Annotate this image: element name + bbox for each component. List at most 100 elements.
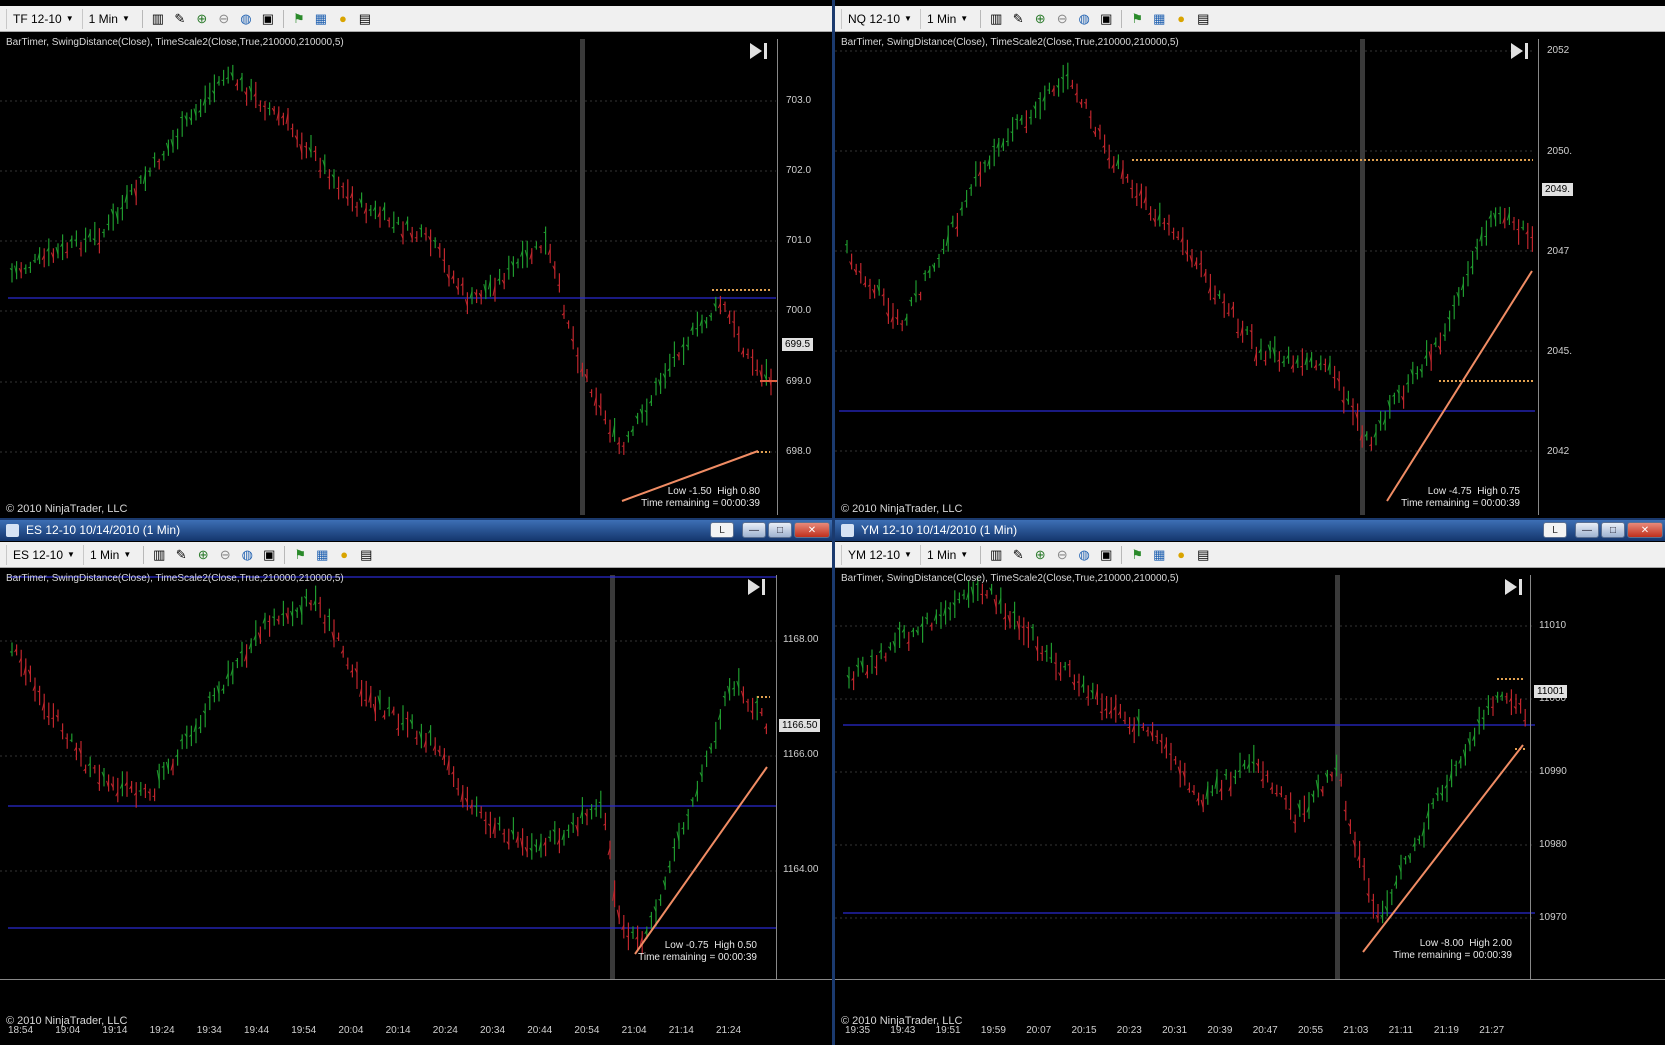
chart-style-icon[interactable]: ▥ <box>151 547 167 563</box>
price-axis <box>1538 39 1539 515</box>
chart-panel[interactable]: BarTimer, SwingDistance(Close), TimeScal… <box>0 33 832 518</box>
price-bar-open <box>396 222 399 224</box>
maximize-button[interactable]: □ <box>768 522 792 538</box>
price-bar-open <box>732 321 735 323</box>
draw-pencil-icon[interactable]: ✎ <box>1010 11 1026 27</box>
time-tick: 20:04 <box>338 1025 364 1036</box>
zoom-in-icon[interactable]: ⊕ <box>195 547 211 563</box>
properties-icon[interactable]: ▣ <box>261 547 277 563</box>
data-box-icon[interactable]: ▤ <box>1195 11 1211 27</box>
go-to-last-bar-icon[interactable] <box>1503 577 1525 597</box>
coin-icon[interactable]: ● <box>336 547 352 563</box>
properties-icon[interactable]: ▣ <box>1098 11 1114 27</box>
strategy-icon[interactable]: ⚑ <box>292 547 308 563</box>
price-bar-open <box>1122 719 1126 722</box>
chart-toolbar: TF 12-10 ▼ 1 Min ▼ ▥ ✎ ⊕ ⊖ ◍ ▣ ⚑ ▦ ● ▤ <box>0 6 832 32</box>
price-bar-open <box>1028 116 1032 119</box>
time-tick: 21:04 <box>621 1025 647 1036</box>
price-bar-open <box>212 694 215 697</box>
instrument-selector[interactable]: TF 12-10 ▼ <box>6 8 80 29</box>
interval-selector[interactable]: 1 Min ▼ <box>82 544 137 565</box>
link-button[interactable]: L <box>710 522 734 538</box>
chart-panel[interactable]: BarTimer, SwingDistance(Close), TimeScal… <box>0 569 832 1045</box>
price-bar-open <box>941 248 944 251</box>
price-bar-open <box>502 833 505 835</box>
time-tick: 19:59 <box>980 1025 1006 1036</box>
maximize-button[interactable]: □ <box>1601 522 1625 538</box>
swing-low: Low -0.75 <box>664 940 709 951</box>
time-remaining: Time remaining = 00:00:39 <box>641 498 760 509</box>
chart-style-icon[interactable]: ▥ <box>150 11 166 27</box>
globe-icon[interactable]: ◍ <box>239 547 255 563</box>
draw-pencil-icon[interactable]: ✎ <box>172 11 188 27</box>
zoom-out-icon[interactable]: ⊖ <box>1054 547 1070 563</box>
price-chart <box>0 575 832 980</box>
globe-icon[interactable]: ◍ <box>1076 547 1092 563</box>
window-titlebar[interactable]: ES 12-10 10/14/2010 (1 Min) L — □ ✕ <box>0 520 832 541</box>
price-bar-open <box>341 186 344 188</box>
chart-panel[interactable]: BarTimer, SwingDistance(Close), TimeScal… <box>835 569 1665 1045</box>
swing-distance-readout: Low -1.50 High 0.80 Time remaining = 00:… <box>620 486 760 510</box>
coin-icon[interactable]: ● <box>1173 11 1189 27</box>
data-box-icon[interactable]: ▤ <box>1195 547 1211 563</box>
interval-selector[interactable]: 1 Min ▼ <box>81 8 136 29</box>
indicator-icon[interactable]: ▦ <box>1151 547 1167 563</box>
globe-icon[interactable]: ◍ <box>238 11 254 27</box>
time-remaining: Time remaining = 00:00:39 <box>1401 498 1520 509</box>
zoom-in-icon[interactable]: ⊕ <box>1032 11 1048 27</box>
app-icon <box>841 524 854 537</box>
draw-pencil-icon[interactable]: ✎ <box>1010 547 1026 563</box>
strategy-icon[interactable]: ⚑ <box>291 11 307 27</box>
zoom-in-icon[interactable]: ⊕ <box>194 11 210 27</box>
price-tick: 2052 <box>1547 45 1570 56</box>
chart-style-icon[interactable]: ▥ <box>988 547 1004 563</box>
swing-high: High 0.75 <box>1477 486 1520 497</box>
instrument-selector[interactable]: ES 12-10 ▼ <box>6 544 81 565</box>
go-to-last-bar-icon[interactable] <box>748 41 770 61</box>
indicator-icon[interactable]: ▦ <box>314 547 330 563</box>
price-axis <box>776 575 777 979</box>
swing-high: High 0.80 <box>717 486 760 497</box>
zoom-out-icon[interactable]: ⊖ <box>1054 11 1070 27</box>
price-tick: 701.0 <box>786 235 812 246</box>
price-tick: 10990 <box>1539 766 1567 777</box>
go-to-last-bar-icon[interactable] <box>746 577 768 597</box>
price-bar-open <box>1005 140 1009 143</box>
interval-selector[interactable]: 1 Min ▼ <box>919 544 974 565</box>
indicator-icon[interactable]: ▦ <box>313 11 329 27</box>
chart-panel[interactable]: BarTimer, SwingDistance(Close), TimeScal… <box>835 33 1665 518</box>
zoom-out-icon[interactable]: ⊖ <box>216 11 232 27</box>
strategy-icon[interactable]: ⚑ <box>1129 547 1145 563</box>
swing-line <box>634 766 768 955</box>
coin-icon[interactable]: ● <box>335 11 351 27</box>
minimize-button[interactable]: — <box>742 522 766 538</box>
data-box-icon[interactable]: ▤ <box>358 547 374 563</box>
link-button[interactable]: L <box>1543 522 1567 538</box>
coin-icon[interactable]: ● <box>1173 547 1189 563</box>
draw-pencil-icon[interactable]: ✎ <box>173 547 189 563</box>
zoom-in-icon[interactable]: ⊕ <box>1032 547 1048 563</box>
go-to-last-bar-icon[interactable] <box>1509 41 1531 61</box>
time-tick: 21:27 <box>1479 1025 1505 1036</box>
close-button[interactable]: ✕ <box>794 522 830 538</box>
properties-icon[interactable]: ▣ <box>260 11 276 27</box>
chart-style-icon[interactable]: ▥ <box>988 11 1004 27</box>
zoom-out-icon[interactable]: ⊖ <box>217 547 233 563</box>
swing-low: Low -8.00 <box>1419 938 1464 949</box>
properties-icon[interactable]: ▣ <box>1098 547 1114 563</box>
window-titlebar[interactable]: YM 12-10 10/14/2010 (1 Min) L — □ ✕ <box>835 520 1665 541</box>
swing-distance-readout: Low -8.00 High 2.00 Time remaining = 00:… <box>1372 938 1512 962</box>
instrument-selector[interactable]: YM 12-10 ▼ <box>841 544 918 565</box>
price-tick: 2045. <box>1547 346 1573 357</box>
globe-icon[interactable]: ◍ <box>1076 11 1092 27</box>
time-tick: 20:15 <box>1071 1025 1097 1036</box>
indicator-icon[interactable]: ▦ <box>1151 11 1167 27</box>
strategy-icon[interactable]: ⚑ <box>1129 11 1145 27</box>
interval-selector[interactable]: 1 Min ▼ <box>919 8 974 29</box>
instrument-selector[interactable]: NQ 12-10 ▼ <box>841 8 918 29</box>
minimize-button[interactable]: — <box>1575 522 1599 538</box>
data-box-icon[interactable]: ▤ <box>357 11 373 27</box>
price-bar-open <box>1168 753 1172 755</box>
session-break <box>610 575 615 979</box>
close-button[interactable]: ✕ <box>1627 522 1663 538</box>
